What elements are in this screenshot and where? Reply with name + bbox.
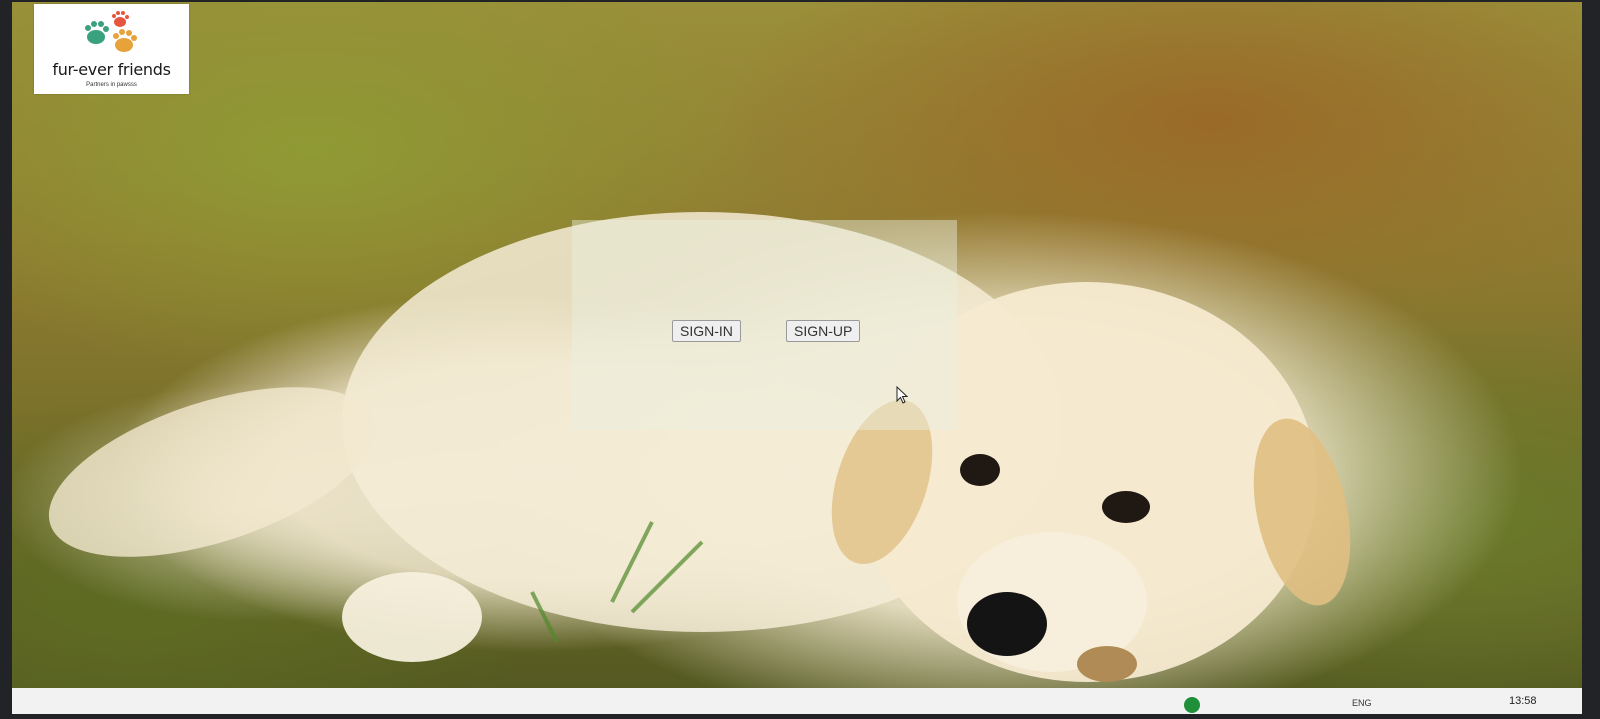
paw-prints-icon [85, 11, 137, 52]
sign-in-button[interactable]: SIGN-IN [672, 320, 741, 342]
notification-badge-icon[interactable] [1184, 697, 1200, 713]
monitor-frame: fur-ever friends Partners in pawsss SIGN… [0, 0, 1600, 719]
clock[interactable]: 13:58 [1509, 695, 1537, 707]
stick [1077, 646, 1137, 682]
taskbar: ENG 13:58 [12, 688, 1582, 714]
logo[interactable]: fur-ever friends Partners in pawsss [34, 4, 189, 94]
puppy-eye-right [1102, 491, 1150, 523]
logo-tagline: Partners in pawsss [86, 82, 137, 88]
puppy-paw [342, 572, 482, 662]
page-background: fur-ever friends Partners in pawsss SIGN… [12, 2, 1582, 714]
mouse-cursor-icon [896, 386, 908, 404]
sign-up-button[interactable]: SIGN-UP [786, 320, 861, 342]
puppy-eye-left [960, 454, 1000, 486]
puppy-nose [967, 592, 1047, 656]
puppy-tail [48, 387, 376, 557]
logo-name: fur-ever friends [52, 60, 171, 79]
language-indicator[interactable]: ENG [1352, 698, 1372, 708]
